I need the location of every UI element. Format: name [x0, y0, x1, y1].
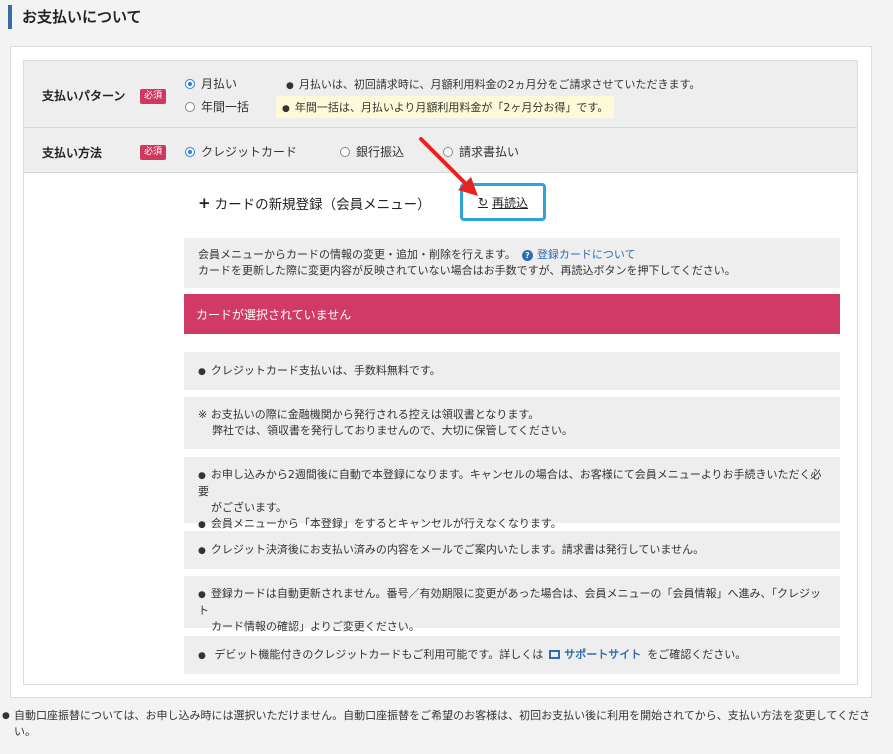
member-info-line2: カードを更新した際に変更内容が反映されていない場合はお手数ですが、再読込ボタンを… — [198, 264, 736, 277]
notice-receipt: ※ お支払いの際に金融機関から発行される控えは領収書となります。 弊社では、領収… — [184, 397, 840, 449]
member-info-line1: 会員メニューからカードの情報の変更・追加・削除を行えます。 — [198, 248, 516, 261]
notice-debit: デビット機能付きのクレジットカードもご利用可能です。詳しくは サポートサイトをご確… — [184, 636, 840, 674]
footer-note-text: 自動口座振替については、お申し込み時には選択いただけません。自動口座振替をご希望… — [14, 709, 871, 738]
notice-email-text: クレジット決済後にお支払い済みの内容をメールでご案内いたします。請求書は発行して… — [198, 542, 826, 559]
auto-debit-footer-note: ● 自動口座振替については、お申し込み時には選択いただけません。自動口座振替をご… — [2, 708, 886, 740]
notice-receipt-line2: 弊社では、領収書を発行しておりませんので、大切に保管してください。 — [212, 424, 573, 437]
notice-debit-prefix: デビット機能付きのクレジットカードもご利用可能です。詳しくは — [214, 648, 544, 661]
notice-receipt-line1: ※ お支払いの際に金融機関から発行される控えは領収書となります。 — [198, 408, 540, 421]
notice-debit-suffix: をご確認ください。 — [647, 648, 747, 661]
bullet-icon: ● — [2, 711, 10, 721]
support-site-icon — [549, 649, 561, 659]
notice-fee: クレジットカード支払いは、手数料無料です。 — [184, 352, 840, 390]
notice-registration-line1: お申し込みから2週間後に自動で本登録になります。キャンセルの場合は、お客様にて会… — [198, 467, 826, 500]
notice-email: クレジット決済後にお支払い済みの内容をメールでご案内いたします。請求書は発行して… — [184, 531, 840, 569]
notice-fee-text: クレジットカード支払いは、手数料無料です。 — [198, 363, 826, 380]
member-info-box: 会員メニューからカードの情報の変更・追加・削除を行えます。? 登録カードについて … — [184, 238, 840, 288]
notice-registration: お申し込みから2週間後に自動で本登録になります。キャンセルの場合は、お客様にて会… — [184, 457, 840, 530]
no-card-selected-alert: カードが選択されていません — [184, 294, 840, 334]
alert-text: カードが選択されていません — [196, 307, 352, 322]
notice-auto-renew: 登録カードは自動更新されません。番号／有効期限に変更があった場合は、会員メニュー… — [184, 576, 840, 633]
support-site-link[interactable]: サポートサイト — [564, 648, 641, 661]
notice-auto-renew-line2: カード情報の確認」よりご変更ください。 — [211, 620, 420, 633]
registered-card-help-link[interactable]: 登録カードについて — [537, 248, 636, 261]
notice-registration-line1b: がございます。 — [211, 501, 287, 514]
notice-auto-renew-line1: 登録カードは自動更新されません。番号／有効期限に変更があった場合は、会員メニュー… — [198, 586, 826, 619]
help-icon: ? — [521, 250, 533, 261]
